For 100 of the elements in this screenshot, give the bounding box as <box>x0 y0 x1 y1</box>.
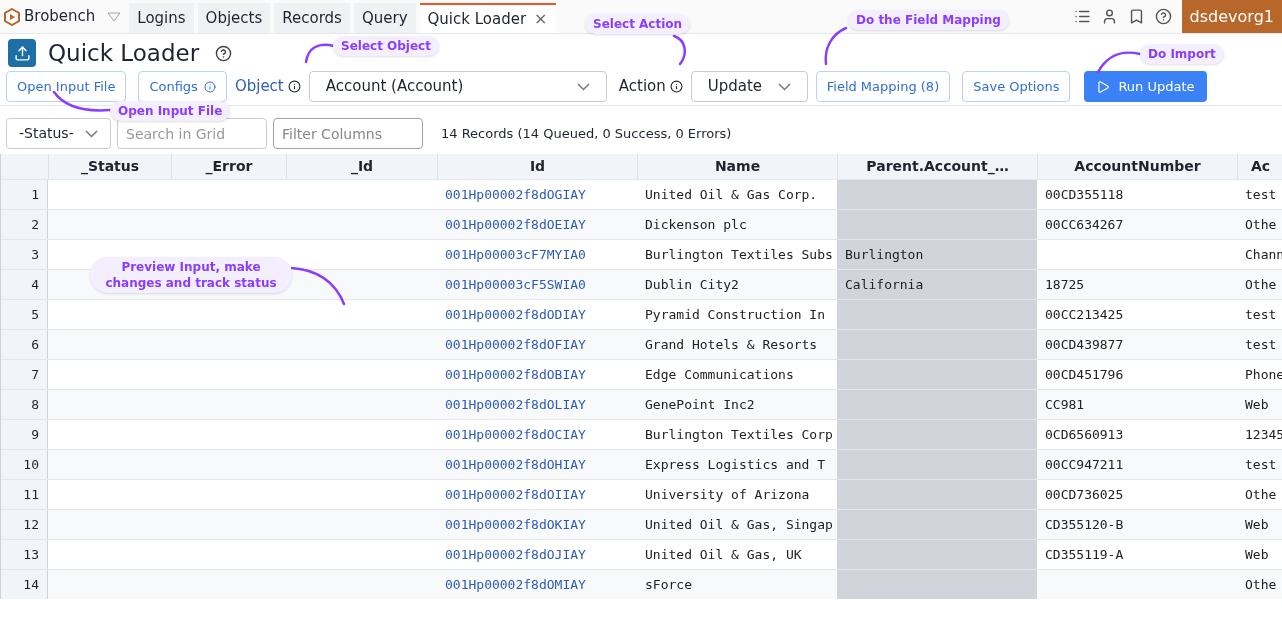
table-cell-text: test <box>1244 305 1278 324</box>
table-cell-text: Express Logistics and T <box>644 455 826 474</box>
chevron-icon <box>85 129 98 138</box>
callout-label: Do the Field Mapping <box>848 10 1009 30</box>
column-header[interactable]: _Error <box>205 156 253 177</box>
table-cell-text: CD355120-B <box>1044 515 1125 534</box>
table-cell[interactable]: 001Hp00002f8dOKIAY <box>437 510 637 539</box>
records-summary: 14 Records (14 Queued, 0 Success, 0 Errors) <box>441 124 732 143</box>
table-cell-text: Burlington Textiles Subs <box>644 245 834 264</box>
table-cell[interactable]: 001Hp00002f8dOBIAY <box>437 360 637 389</box>
row-number: 8 <box>31 395 39 414</box>
table-cell-text: sForce <box>644 575 693 594</box>
table-cell-text: Othe <box>1244 485 1278 504</box>
object-select[interactable]: Account (Account) <box>308 71 607 102</box>
column-header[interactable]: Id <box>529 156 546 177</box>
readonly-cell: California <box>837 270 1037 299</box>
table-cell-text: test <box>1244 185 1278 204</box>
table-cell-text: CD355119-A <box>1044 545 1125 564</box>
row-number: 14 <box>23 575 39 594</box>
table-cell-text: test <box>1244 455 1278 474</box>
field-mapping-button[interactable]: Field Mapping (8) <box>815 71 951 102</box>
configs-button[interactable]: Configs <box>138 71 227 102</box>
table-cell-text: 00CC213425 <box>1044 305 1125 324</box>
info-icon <box>203 80 216 93</box>
table-cell-text: Web <box>1244 395 1270 414</box>
row-number: 9 <box>31 425 39 444</box>
status-select[interactable]: -Status- <box>6 118 111 149</box>
row-number: 11 <box>23 485 39 504</box>
tab[interactable]: Records <box>274 3 350 33</box>
callout-label: Preview Input, make changes and track status <box>90 257 292 293</box>
chevron-icon <box>777 82 791 91</box>
table-cell[interactable]: 001Hp00002f8dOIIAY <box>437 480 637 509</box>
table-cell-text: GenePoint Inc2 <box>644 395 756 414</box>
row-number: 7 <box>31 365 39 384</box>
help-icon[interactable] <box>1154 8 1172 25</box>
upload-icon <box>8 39 36 67</box>
column-header[interactable]: Name <box>714 156 761 177</box>
help-icon[interactable] <box>215 44 233 62</box>
save-options-button[interactable]: Save Options <box>962 71 1071 102</box>
callout-label: Select Object <box>333 36 439 56</box>
close-icon[interactable]: × <box>534 7 548 31</box>
table-cell-text: Web <box>1244 545 1270 564</box>
table-cell-text: test <box>1244 335 1278 354</box>
row-number: 6 <box>31 335 39 354</box>
tab[interactable]: Quick Loader × <box>419 3 556 33</box>
row-number: 1 <box>31 185 39 204</box>
tab[interactable]: Query <box>353 3 416 33</box>
table-cell[interactable]: 001Hp00002f8dOFIAY <box>437 330 637 359</box>
search-field[interactable]: Search in Grid <box>117 118 267 149</box>
table-cell-text: Othe <box>1244 215 1278 234</box>
table-cell[interactable]: 001Hp00003cF7MYIA0 <box>437 240 637 269</box>
table-cell[interactable]: 001Hp00002f8dOEIAY <box>437 210 637 239</box>
object-label: Object <box>234 76 284 98</box>
table-cell-text: United Oil & Gas, Singap <box>644 515 834 534</box>
table-cell-text: 00CC947211 <box>1044 455 1125 474</box>
table-cell-text: 00CD355118 <box>1044 185 1125 204</box>
table-cell-text: 00CD439877 <box>1044 335 1125 354</box>
row-number: 10 <box>23 455 39 474</box>
table-cell-text: Othe <box>1244 275 1278 294</box>
table-cell[interactable]: 001Hp00002f8dOJIAY <box>437 540 637 569</box>
table-cell-text: Web <box>1244 515 1270 534</box>
table-cell[interactable]: 001Hp00002f8dOGIAY <box>437 180 637 209</box>
table-cell-text: Pyramid Construction In <box>644 305 826 324</box>
table-cell[interactable]: 001Hp00002f8dOMIAY <box>437 570 637 599</box>
table-cell-text: University of Arizona <box>644 485 811 504</box>
info-icon <box>287 80 301 93</box>
table-cell[interactable]: 001Hp00002f8dODIAY <box>437 300 637 329</box>
table-cell-text: Othe <box>1244 575 1278 594</box>
callout-label: Do Import <box>1140 44 1224 64</box>
run-update-button[interactable]: Run Update <box>1084 71 1207 102</box>
row-number: 13 <box>23 545 39 564</box>
filter-columns-field[interactable]: Filter Columns <box>273 118 423 149</box>
callout-label: Open Input File <box>110 101 231 121</box>
table-cell-text: 18725 <box>1044 275 1086 294</box>
org-badge[interactable]: dsdevorg1 <box>1181 0 1282 33</box>
row-number: 4 <box>31 275 39 294</box>
open-file-button[interactable]: Open Input File <box>6 71 127 102</box>
column-header[interactable]: _Id <box>350 156 374 177</box>
table-cell-text: Dickenson plc <box>644 215 748 234</box>
row-number: 5 <box>31 305 39 324</box>
row-number: 3 <box>31 245 39 264</box>
table-cell-text: Dublin City2 <box>644 275 740 294</box>
column-header[interactable]: _Status <box>80 156 140 177</box>
tab[interactable]: Logins <box>129 3 194 33</box>
column-header[interactable]: Parent.Account_… <box>866 156 1009 177</box>
readonly-cell: Burlington <box>837 240 1037 269</box>
table-cell-text: 0CD6560913 <box>1044 425 1125 444</box>
play-icon <box>1096 79 1111 94</box>
table-cell-text: 00CD736025 <box>1044 485 1125 504</box>
table-cell-text: United Oil & Gas Corp. <box>644 185 819 204</box>
column-header[interactable]: AccountNumber <box>1074 156 1201 177</box>
table-cell-text: 00CD451796 <box>1044 365 1125 384</box>
table-cell[interactable]: 001Hp00002f8dOCIAY <box>437 420 637 449</box>
tab[interactable]: Objects <box>197 3 271 33</box>
action-select[interactable]: Update <box>690 71 808 102</box>
table-cell[interactable]: 001Hp00002f8dOLIAY <box>437 390 637 419</box>
list-icon[interactable] <box>1073 8 1091 25</box>
table-cell[interactable]: 001Hp00002f8dOHIAY <box>437 450 637 479</box>
table-cell[interactable]: 001Hp00003cF5SWIA0 <box>437 270 637 299</box>
column-header[interactable]: Ac <box>1250 156 1271 177</box>
